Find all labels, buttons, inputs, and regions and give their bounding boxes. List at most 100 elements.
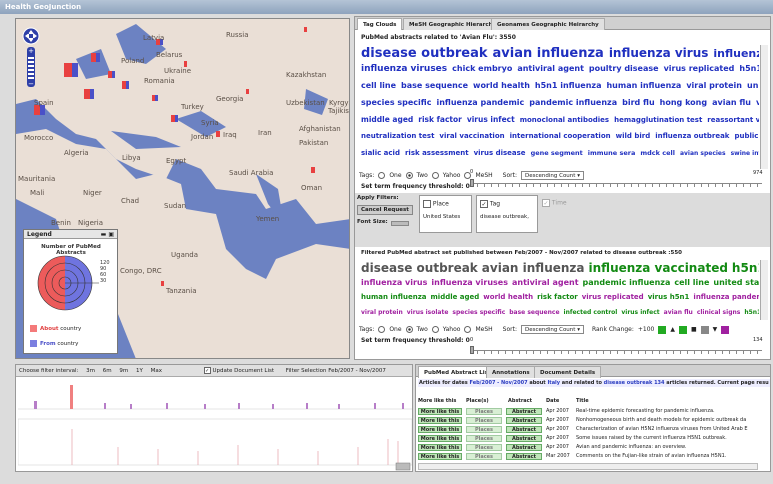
tag-term[interactable]: virus replicated — [582, 293, 644, 301]
place-checkbox[interactable] — [423, 200, 431, 208]
tag-term[interactable]: risk factor — [537, 293, 578, 301]
tag-term[interactable]: base sequence — [509, 309, 559, 316]
tag-term[interactable]: antiviral agent — [517, 64, 584, 73]
tag-term[interactable]: human influenza — [361, 293, 427, 301]
tag-term[interactable]: influenza pandemic — [693, 293, 759, 301]
threshold-slider[interactable] — [470, 177, 762, 187]
rank-same-color-swatch[interactable] — [678, 325, 687, 334]
tag-term[interactable]: antiviral agent — [512, 278, 579, 287]
row-title[interactable]: Nonhomogeneous birth and death models fo… — [576, 417, 746, 423]
tag-term[interactable]: influenza outbreak — [655, 132, 729, 140]
more-like-this-button[interactable]: More like this — [418, 408, 462, 415]
sort-select[interactable]: Descending Count ▾ — [520, 325, 584, 334]
tag-term[interactable]: world health — [473, 81, 530, 90]
tag-term[interactable]: pandemic influenza — [529, 98, 617, 107]
tag-term[interactable]: avian species — [680, 150, 726, 157]
interval-6m[interactable]: 6m — [103, 368, 112, 374]
tag-term[interactable]: world health — [483, 293, 533, 301]
tab-tag-clouds[interactable]: Tag Clouds — [357, 18, 403, 30]
places-button[interactable]: Places — [466, 453, 502, 460]
radio-yahoo[interactable] — [431, 326, 439, 333]
tag-term[interactable]: h5n1 virus — [739, 64, 759, 73]
tag-term[interactable]: virus infect — [621, 309, 659, 316]
tag-term[interactable]: virus replicated — [664, 64, 735, 73]
tab-document-details[interactable]: Document Details — [534, 366, 602, 378]
tag-term[interactable]: neutralization test — [361, 132, 434, 140]
places-button[interactable]: Places — [466, 444, 502, 451]
slider-thumb[interactable] — [470, 346, 474, 354]
tag-term[interactable]: international cooperation — [510, 132, 611, 140]
tag-term[interactable]: poultry disease — [589, 64, 659, 73]
tag-term[interactable]: influenza pandemic — [436, 98, 524, 107]
tag-term[interactable]: cell line — [361, 81, 396, 90]
tag-term[interactable]: influenza vaccinated — [589, 261, 728, 275]
more-like-this-button[interactable]: More like this — [418, 435, 462, 442]
tag-term[interactable]: virus strain — [756, 98, 759, 107]
tag-term[interactable]: swine influenza — [731, 150, 759, 157]
tab-mesh-geographic[interactable]: MeSH Geographic Hierarchy — [403, 18, 503, 30]
tag-term[interactable]: viral protein — [686, 81, 742, 90]
abstract-button[interactable]: Abstract — [506, 417, 542, 424]
tag-term[interactable]: mdck cell — [640, 149, 675, 157]
tag-term[interactable]: clinical signs — [697, 309, 741, 316]
font-size-slider[interactable] — [391, 221, 409, 226]
interval-3m[interactable]: 3m — [86, 368, 95, 374]
tag-term[interactable]: viral protein — [361, 309, 403, 316]
interval-1y[interactable]: 1Y — [136, 368, 143, 374]
interval-9m[interactable]: 9m — [119, 368, 128, 374]
row-title[interactable]: Comments on the Fujian-like strain of av… — [576, 453, 726, 459]
tag-term[interactable]: sialic acid — [361, 149, 400, 157]
abstract-button[interactable]: Abstract — [506, 426, 542, 433]
tag-term[interactable]: virus h5n1 — [648, 293, 690, 301]
rank-down-color-swatch[interactable] — [721, 325, 730, 334]
tag-term[interactable]: bird flu — [622, 98, 655, 107]
more-like-this-button[interactable]: More like this — [418, 417, 462, 424]
tag-term[interactable]: virus infect — [467, 115, 515, 124]
tag-term[interactable]: avian influenza — [482, 261, 585, 275]
interval-max[interactable]: Max — [151, 368, 162, 374]
tag-term[interactable]: influenza virus — [361, 278, 427, 287]
places-button[interactable]: Places — [466, 408, 502, 415]
tag-term[interactable]: h5n1 virus — [732, 261, 759, 275]
places-button[interactable]: Places — [466, 417, 502, 424]
tag-term[interactable]: species specific — [452, 309, 505, 316]
tag-term[interactable]: reassortant viruses — [707, 116, 759, 124]
radio-two[interactable] — [405, 326, 413, 333]
tag-term[interactable]: species specific — [361, 98, 431, 107]
rank-up-color-swatch[interactable] — [658, 325, 667, 334]
more-like-this-button[interactable]: More like this — [418, 444, 462, 451]
slider-thumb[interactable] — [470, 179, 474, 187]
radio-two[interactable] — [405, 172, 413, 179]
time-checkbox[interactable]: ✓ — [542, 199, 550, 207]
tag-term[interactable]: influenza vaccinated — [713, 47, 759, 60]
tag-term[interactable]: united states — [747, 81, 759, 90]
radio-one[interactable] — [378, 172, 386, 179]
tag-term[interactable]: immune sera — [588, 149, 636, 157]
tag-term[interactable]: pandemic influenza — [583, 278, 671, 287]
row-title[interactable]: Real-time epidemic forecasting for pande… — [576, 408, 715, 414]
tag-term[interactable]: virus disease — [474, 149, 526, 157]
tag-term[interactable]: wild bird — [616, 132, 651, 140]
update-document-list-checkbox[interactable]: ✓ — [203, 367, 211, 374]
tag-term[interactable]: hong kong — [660, 98, 707, 107]
tag-term[interactable]: human influenza — [606, 81, 681, 90]
radio-one[interactable] — [378, 326, 386, 333]
tag-term[interactable]: avian flu — [664, 309, 693, 316]
tag-term[interactable]: middle aged — [361, 115, 413, 124]
more-like-this-button[interactable]: More like this — [418, 453, 462, 460]
row-title[interactable]: Some issues raised by the current influe… — [576, 435, 727, 441]
tag-term[interactable]: hemagglutination test — [614, 116, 702, 124]
tag-term[interactable]: avian influenza — [493, 46, 604, 61]
tag-term[interactable]: viral vaccination — [439, 132, 504, 140]
abstract-button[interactable]: Abstract — [506, 435, 542, 442]
tag-term[interactable]: middle aged — [431, 293, 480, 301]
tag-term[interactable]: base sequence — [401, 81, 468, 90]
row-title[interactable]: Characterization of avian H5N2 influenza… — [576, 426, 748, 432]
tag-term[interactable]: risk assessment — [405, 149, 469, 157]
tag-term[interactable]: h5n1 influenza — [535, 81, 602, 90]
tag-term[interactable]: h5n1 infected — [744, 309, 759, 316]
tag-term[interactable]: infected control — [564, 309, 618, 316]
tab-pubmed-abstract-list[interactable]: PubMed Abstract List — [418, 366, 497, 378]
tag-term[interactable]: influenza viruses — [431, 278, 508, 287]
abstract-button[interactable]: Abstract — [506, 408, 542, 415]
